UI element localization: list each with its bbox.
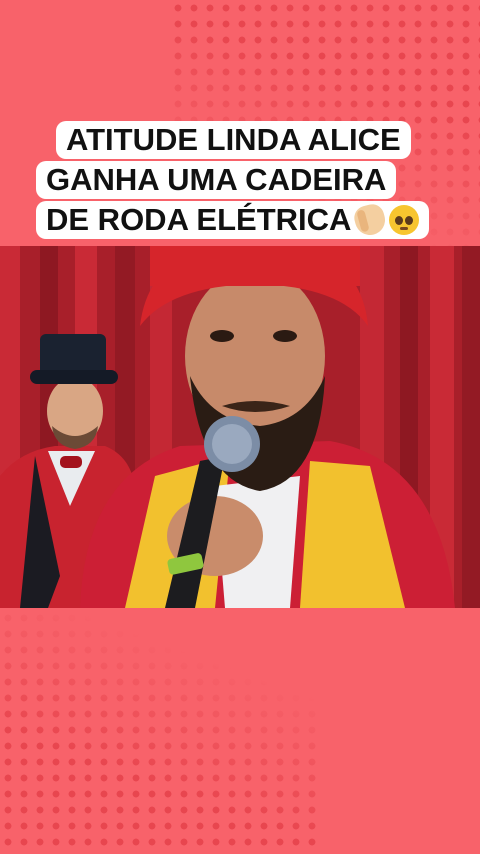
pleading-face-icon <box>389 205 420 235</box>
caption-line-2: GANHA UMA CADEIRA <box>36 161 397 199</box>
dot-pattern-bottom <box>0 610 320 854</box>
caption-line-3-text: DE RODA ELÉTRICA <box>46 202 352 237</box>
caption-line-2-text: GANHA UMA CADEIRA <box>46 162 387 197</box>
caption-box: ATITUDE LINDA ALICE GANHA UMA CADEIRA DE… <box>36 121 444 243</box>
video-scene <box>0 246 480 608</box>
clapping-hands-icon <box>352 201 389 239</box>
caption-line-1-text: ATITUDE LINDA ALICE <box>66 122 401 157</box>
caption-line-1: ATITUDE LINDA ALICE <box>56 121 411 159</box>
caption-line-3: DE RODA ELÉTRICA <box>36 201 430 239</box>
video-frame[interactable] <box>0 246 480 608</box>
